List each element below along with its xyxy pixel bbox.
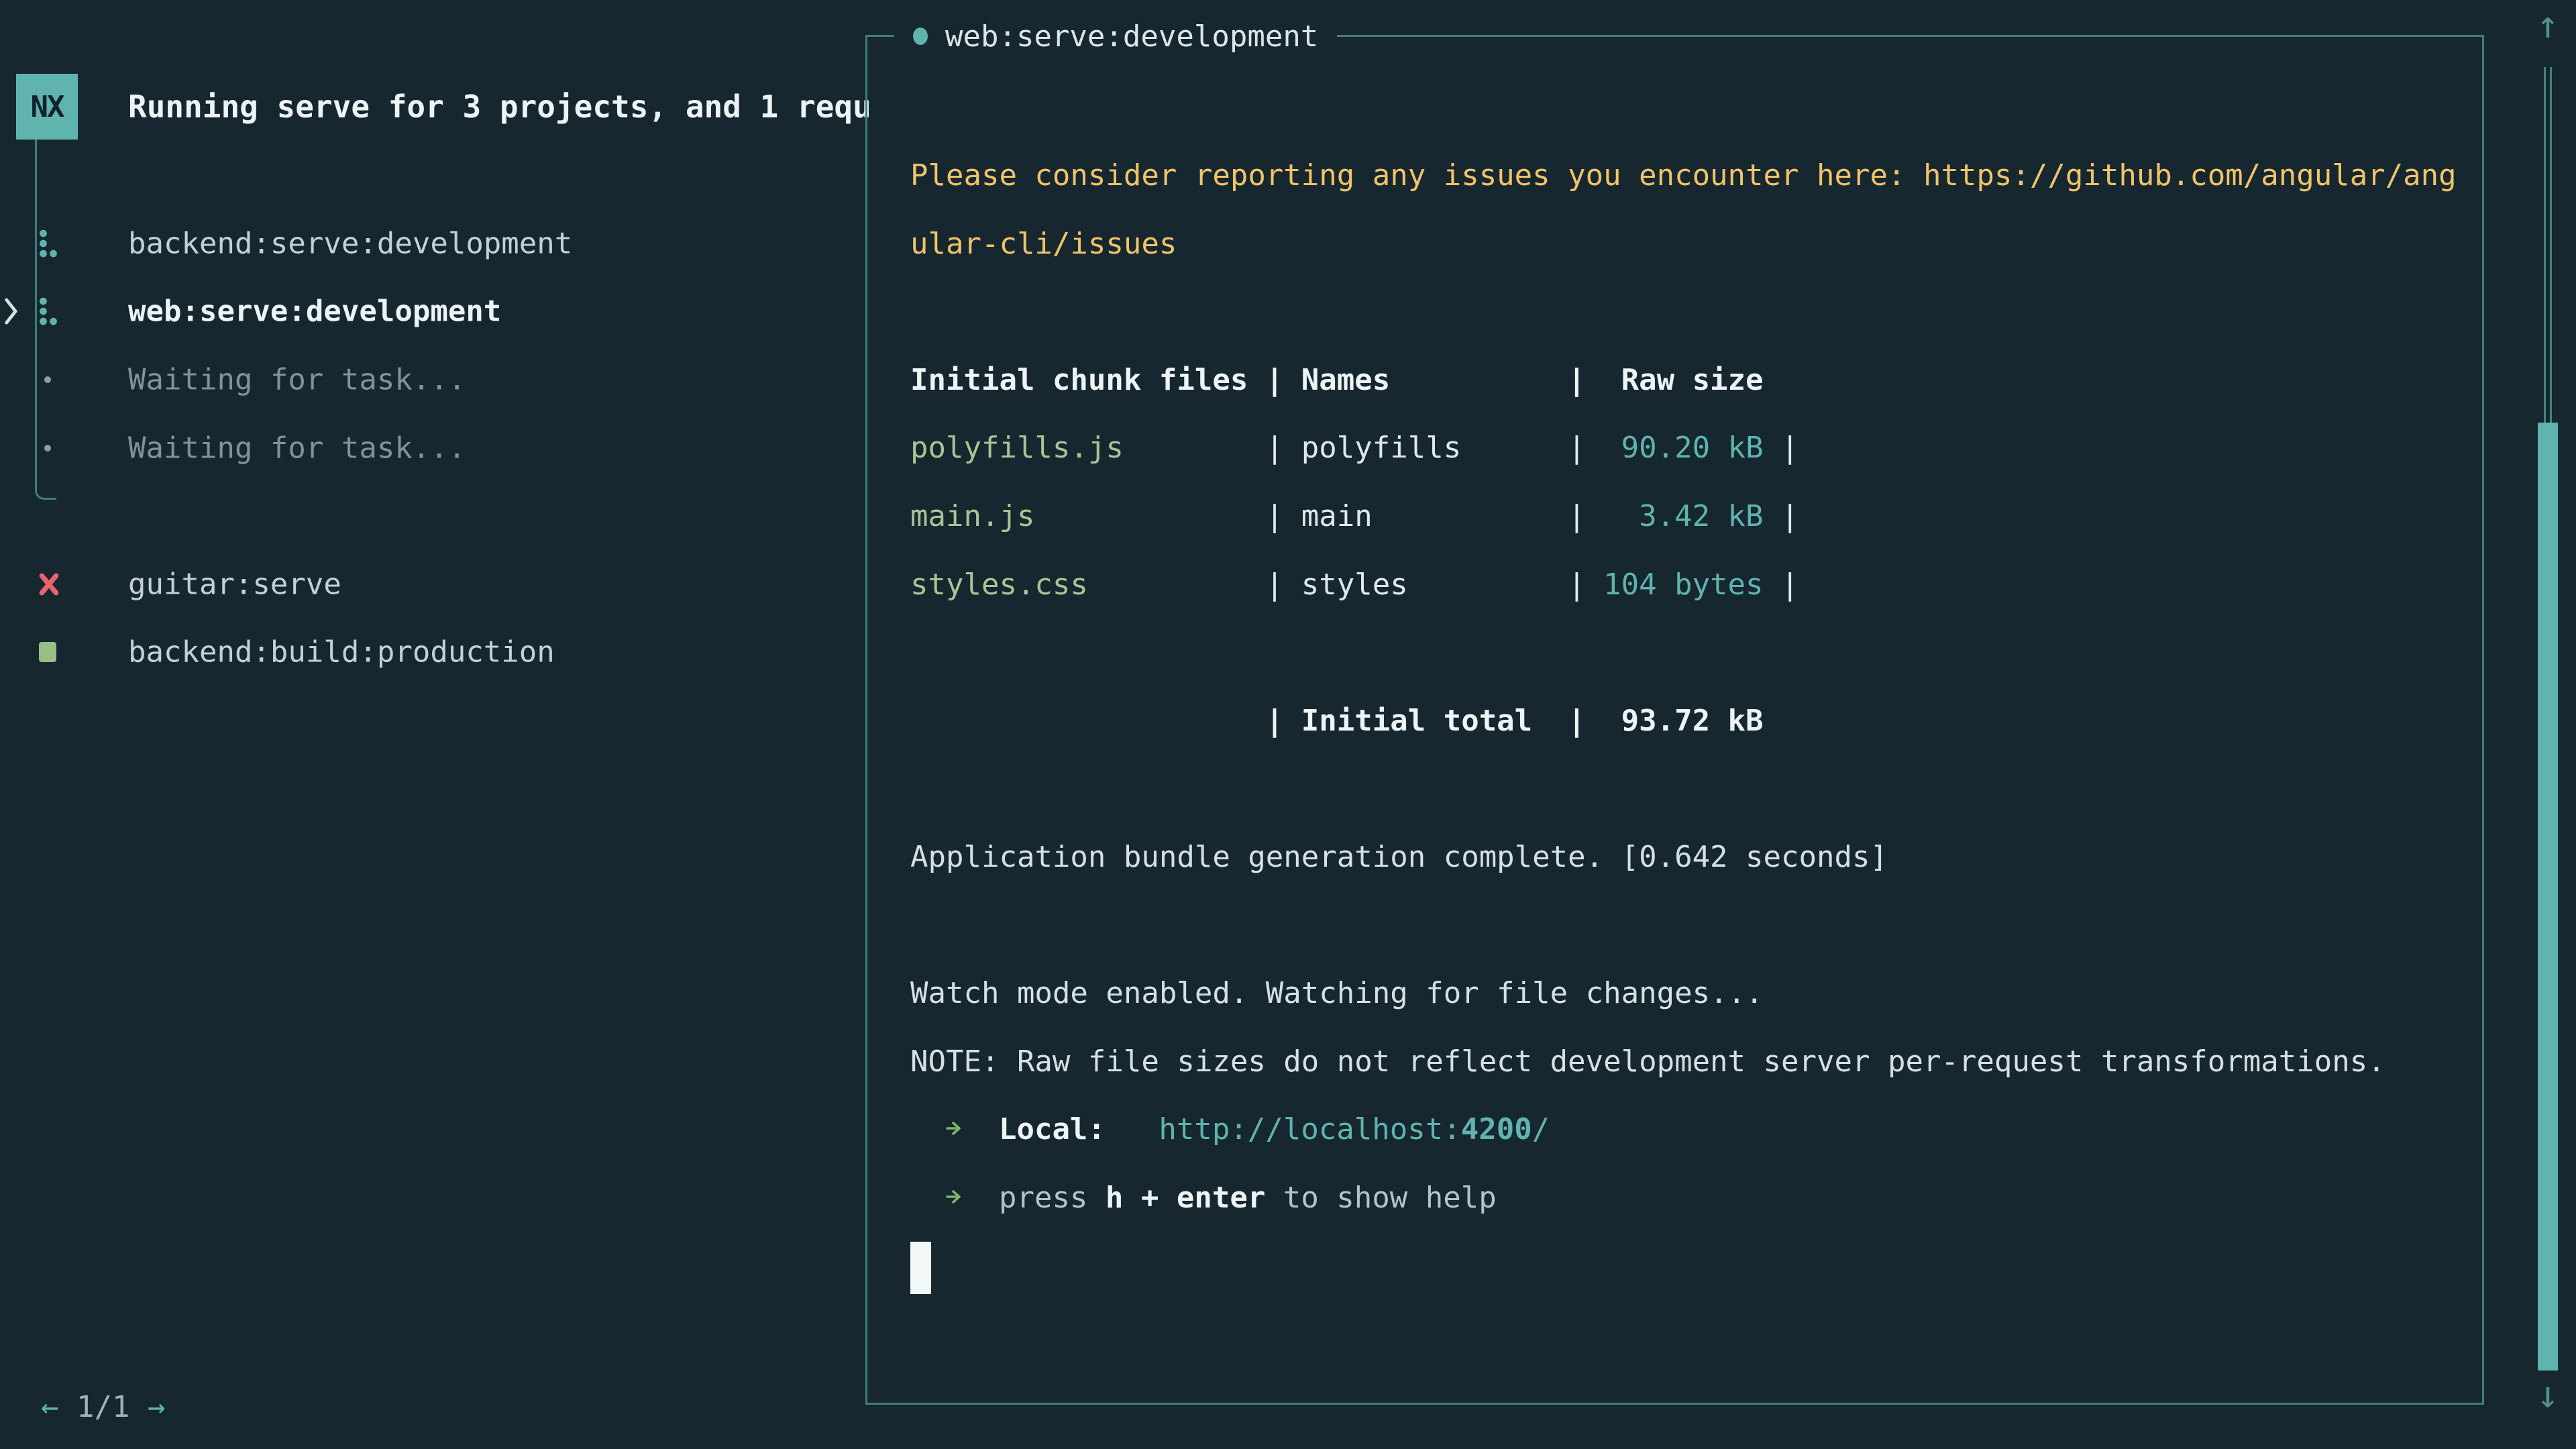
pager: ← 1/1 →: [41, 1373, 165, 1442]
sidebar-footer: ← 1/1 → quit: q help: ?: [0, 1305, 865, 1373]
terminal-text-segment: 4200: [1461, 1112, 1532, 1146]
terminal-text-segment: styles.css: [910, 568, 1088, 602]
icon-slot: [39, 573, 68, 596]
task-row-guitar-serve[interactable]: guitar:serve: [0, 550, 865, 619]
terminal-text-segment: main.js: [910, 499, 1034, 533]
terminal-text-segment: to show help: [1265, 1181, 1496, 1215]
task-row-waiting-for-task[interactable]: Waiting for task...: [0, 345, 865, 414]
pager-right-arrow-icon[interactable]: →: [148, 1390, 166, 1424]
waiting-dot-icon: [44, 376, 51, 383]
icon-slot: [39, 297, 68, 326]
footer-keys: quit: q help: ?: [511, 1442, 796, 1449]
sidebar-title: Running serve for 3 projects, and 1 requ: [128, 74, 871, 140]
terminal-text-segment: h + enter: [1106, 1181, 1265, 1215]
nx-terminal-ui: { "colors":{ "background":"#162730","pan…: [0, 0, 2576, 1449]
terminal-text-segment: |: [1764, 568, 1799, 602]
task-label: web:serve:development: [128, 294, 501, 329]
failed-cross-icon: [39, 573, 59, 596]
running-dot-icon: [913, 28, 928, 45]
task-row-waiting-for-task[interactable]: Waiting for task...: [0, 414, 865, 482]
terminal-text-segment: Local:: [999, 1112, 1106, 1146]
terminal-line: [910, 755, 2442, 823]
terminal-text-segment: |: [1764, 431, 1799, 465]
terminal-text-segment: 90.20 kB: [1603, 431, 1763, 465]
terminal-line: press h + enter to show help: [910, 1164, 2442, 1232]
selected-chevron-icon: [4, 297, 19, 325]
terminal-text-segment: | polyfills |: [1124, 431, 1603, 465]
nx-logo-badge: NX: [16, 74, 78, 140]
panel-title-text: web:serve:development: [945, 19, 1318, 54]
scroll-up-icon[interactable]: ↑: [2534, 7, 2561, 44]
output-panel: web:serve:development Please consider re…: [865, 35, 2484, 1405]
terminal-text-segment: NOTE: Raw file sizes do not reflect deve…: [910, 1044, 2385, 1079]
task-row-backend-build-production[interactable]: backend:build:production: [0, 619, 865, 687]
terminal-text-segment: | styles |: [1088, 568, 1603, 602]
terminal-text-segment: [963, 1181, 999, 1215]
terminal-text-segment: Application bundle generation complete. …: [910, 840, 1888, 874]
terminal-line: NOTE: Raw file sizes do not reflect deve…: [910, 1028, 2442, 1096]
terminal-line: [910, 1232, 2442, 1301]
pager-count: 1/1: [59, 1390, 148, 1424]
icon-slot: [39, 229, 68, 258]
terminal-line: Watch mode enabled. Watching for file ch…: [910, 959, 2442, 1028]
terminal-text-segment: polyfills.js: [910, 431, 1124, 465]
task-label: backend:build:production: [128, 635, 555, 669]
scroll-down-icon[interactable]: ↓: [2534, 1377, 2561, 1414]
terminal-line: polyfills.js | polyfills | 90.20 kB |: [910, 414, 2442, 482]
terminal-text-segment: [910, 1181, 946, 1215]
spinner-icon: [39, 297, 58, 326]
scroll-thumb[interactable]: [2538, 423, 2558, 1371]
terminal-line: [910, 619, 2442, 687]
terminal-line: | Initial total | 93.72 kB: [910, 687, 2442, 755]
terminal-text-segment: | Initial total | 93.72 kB: [910, 704, 1764, 738]
task-row-web-serve-development[interactable]: web:serve:development: [0, 278, 865, 346]
terminal-line: [910, 278, 2442, 346]
terminal-text-segment: [963, 1112, 999, 1146]
terminal-text-segment: Watch mode enabled. Watching for file ch…: [910, 976, 1764, 1010]
terminal-text-segment: Initial chunk files | Names | Raw size: [910, 363, 1764, 397]
scroll-track[interactable]: [2544, 67, 2552, 423]
arrow-right-icon: [946, 1115, 963, 1142]
terminal-text-segment: /: [1532, 1112, 1550, 1146]
terminal-text-segment: [1106, 1112, 1159, 1146]
terminal-output: Please consider reporting any issues you…: [910, 142, 2442, 1300]
terminal-line: Initial chunk files | Names | Raw size: [910, 346, 2442, 415]
success-square-icon: [39, 642, 56, 662]
task-gap: [0, 482, 865, 550]
localhost-link[interactable]: http://localhost:: [1159, 1112, 1460, 1146]
terminal-line: Local: http://localhost:4200/: [910, 1095, 2442, 1164]
task-list: backend:serve:development web:serve:devel…: [0, 209, 865, 686]
terminal-text-segment: |: [1764, 499, 1799, 533]
task-label: Waiting for task...: [128, 431, 466, 465]
task-label: backend:serve:development: [128, 226, 572, 260]
terminal-line: Application bundle generation complete. …: [910, 823, 2442, 892]
terminal-text-segment: press: [999, 1181, 1106, 1215]
terminal-line: ular-cli/issues: [910, 210, 2442, 278]
icon-slot: [39, 376, 68, 383]
task-label: Waiting for task...: [128, 362, 466, 396]
pager-left-arrow-icon[interactable]: ←: [41, 1390, 59, 1424]
terminal-line: styles.css | styles | 104 bytes |: [910, 551, 2442, 619]
terminal-line: Please consider reporting any issues you…: [910, 142, 2442, 210]
terminal-line: [910, 892, 2442, 960]
task-label: guitar:serve: [128, 567, 341, 601]
spinner-icon: [39, 229, 58, 258]
waiting-dot-icon: [44, 445, 51, 451]
arrow-right-icon: [946, 1183, 963, 1210]
terminal-text-segment: ular-cli/issues: [910, 227, 1177, 261]
task-row-backend-serve-development[interactable]: backend:serve:development: [0, 209, 865, 278]
sidebar: NX Running serve for 3 projects, and 1 r…: [0, 0, 865, 1449]
terminal-text-segment: [910, 1112, 946, 1146]
terminal-text-segment: 104 bytes: [1603, 568, 1763, 602]
terminal-text-segment: 3.42 kB: [1603, 499, 1763, 533]
icon-slot: [39, 642, 68, 662]
icon-slot: [39, 445, 68, 451]
terminal-cursor: [910, 1242, 931, 1294]
terminal-text-segment: Please consider reporting any issues you…: [910, 158, 2457, 193]
panel-title: web:serve:development: [894, 16, 1337, 56]
terminal-text-segment: | main |: [1034, 499, 1603, 533]
terminal-line: main.js | main | 3.42 kB |: [910, 482, 2442, 551]
